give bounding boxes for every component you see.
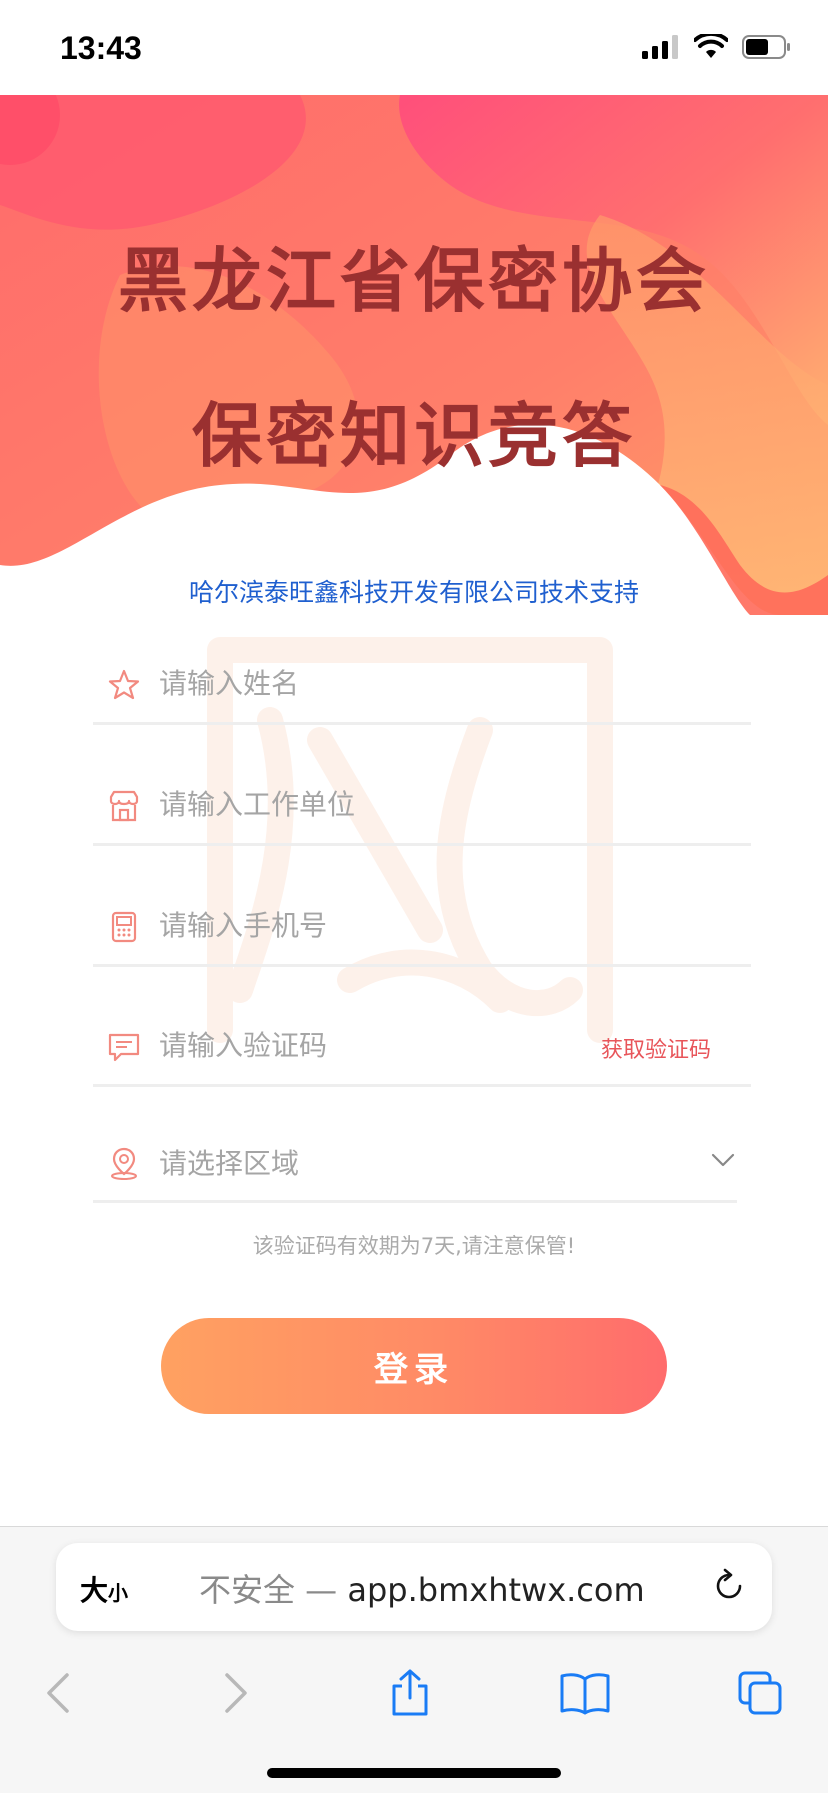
- phone-input[interactable]: [159, 900, 579, 950]
- chevron-left-icon: [47, 1673, 69, 1713]
- text-size-label-big: 大: [80, 1574, 109, 1607]
- work-unit-input[interactable]: [159, 779, 579, 829]
- wifi-icon: [694, 34, 728, 58]
- chevron-down-icon: [711, 1153, 735, 1167]
- hero-title-line1: 黑龙江省保密协会: [118, 240, 710, 322]
- safari-nav-row: [0, 1653, 828, 1733]
- support-text: 哈尔滨泰旺鑫科技开发有限公司技术支持: [188, 578, 639, 607]
- message-icon: [108, 1033, 140, 1062]
- location-pin-icon: [111, 1147, 137, 1180]
- reload-icon[interactable]: [710, 1567, 748, 1605]
- status-time: 13:43: [60, 30, 142, 66]
- status-bar: 13:43: [0, 0, 828, 95]
- text-size-label-small: 小: [108, 1581, 129, 1605]
- status-icons: [642, 34, 792, 60]
- name-input[interactable]: [159, 658, 579, 708]
- text-size-button[interactable]: 大小: [80, 1569, 128, 1609]
- share-button[interactable]: [380, 1663, 440, 1723]
- hero-background: [0, 95, 828, 615]
- phone-icon: [111, 911, 137, 943]
- verification-code-field: 获取验证码: [93, 1012, 751, 1087]
- hero-title-line2: 保密知识竞答: [192, 395, 636, 477]
- address-bar[interactable]: 大小 不安全 — app.bmxhtwx.com: [56, 1543, 772, 1631]
- tabs-icon: [738, 1671, 782, 1715]
- battery-icon: [742, 35, 790, 59]
- region-placeholder: 请选择区域: [159, 1147, 300, 1180]
- url-domain: app.bmxhtwx.com: [347, 1571, 645, 1609]
- tabs-button[interactable]: [730, 1663, 790, 1723]
- safari-toolbar: 大小 不安全 — app.bmxhtwx.com: [0, 1526, 828, 1793]
- back-button[interactable]: [28, 1663, 88, 1723]
- book-icon: [560, 1673, 610, 1715]
- store-icon: [109, 790, 139, 822]
- forward-button[interactable]: [206, 1663, 266, 1723]
- get-code-button[interactable]: 获取验证码: [601, 1032, 711, 1064]
- cellular-signal-icon: [642, 35, 678, 59]
- login-button[interactable]: 登录: [161, 1318, 667, 1414]
- region-select[interactable]: 请选择区域: [93, 1128, 737, 1203]
- star-icon: [108, 669, 140, 700]
- phone-field: [93, 892, 751, 967]
- work-unit-field: [93, 771, 751, 846]
- verification-code-input[interactable]: [159, 1020, 459, 1070]
- chevron-right-icon: [225, 1673, 247, 1713]
- insecure-label: 不安全 —: [199, 1571, 348, 1609]
- home-indicator: [267, 1768, 561, 1778]
- share-icon: [392, 1669, 428, 1716]
- code-validity-hint: 该验证码有效期为7天,请注意保管!: [252, 1234, 576, 1258]
- hero-banner: 黑龙江省保密协会 保密知识竞答: [0, 95, 828, 615]
- name-field: [93, 650, 751, 725]
- bookmarks-button[interactable]: [555, 1663, 615, 1723]
- url-text: 不安全 — app.bmxhtwx.com: [199, 1565, 645, 1611]
